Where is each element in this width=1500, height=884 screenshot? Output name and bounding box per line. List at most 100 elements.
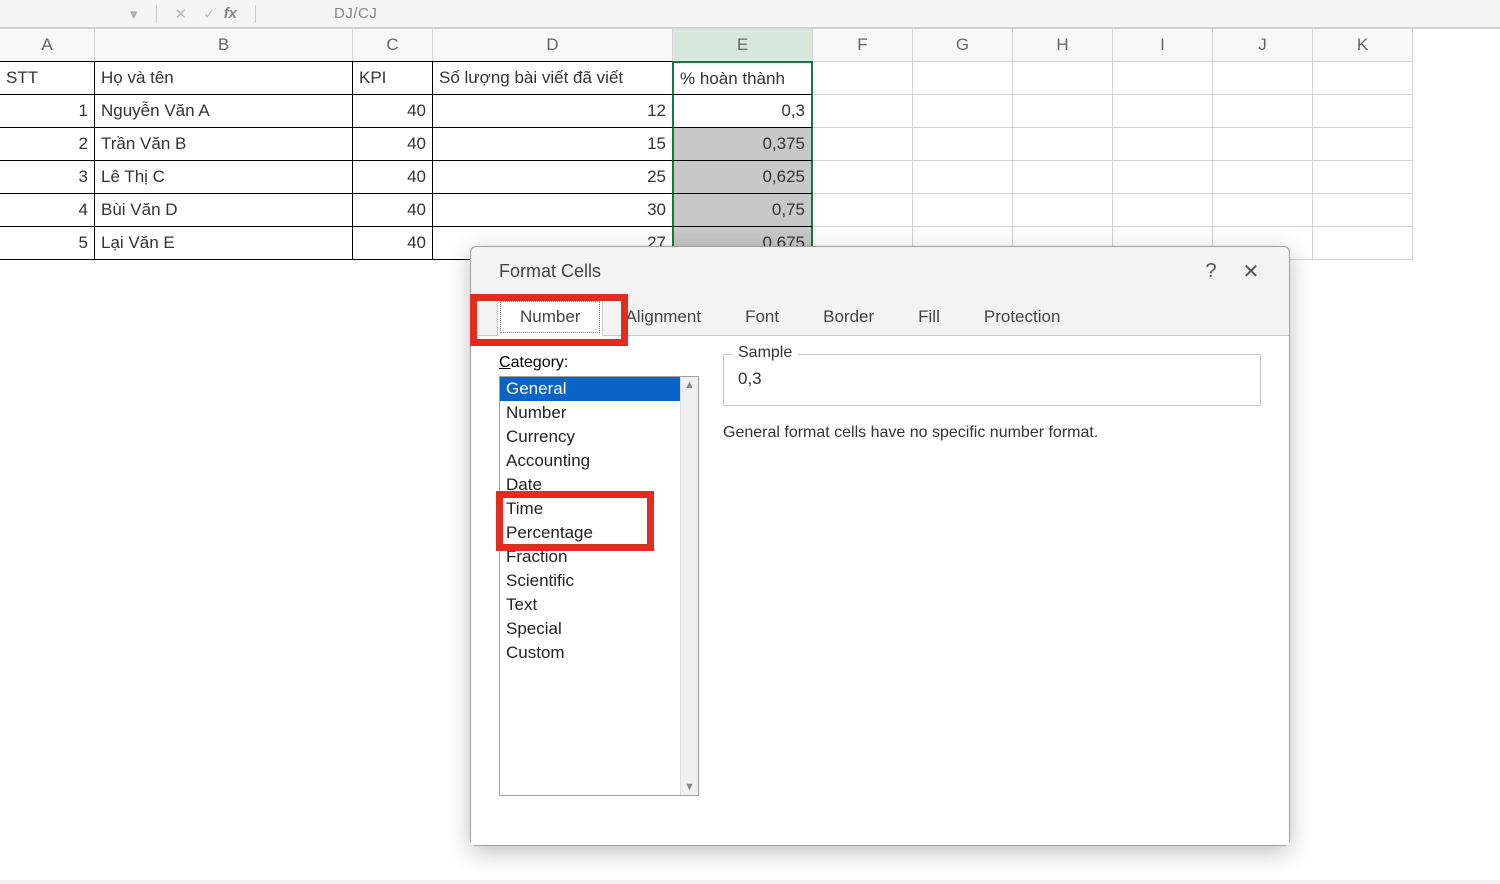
cell[interactable] — [913, 194, 1013, 227]
cell[interactable] — [813, 95, 913, 128]
dropdown-icon[interactable]: ▾ — [130, 5, 138, 23]
list-item[interactable]: Custom — [500, 641, 698, 665]
cell[interactable] — [1113, 194, 1213, 227]
cell[interactable] — [813, 161, 913, 194]
col-header-C[interactable]: C — [353, 29, 433, 62]
close-button[interactable]: ✕ — [1231, 259, 1271, 284]
col-header-G[interactable]: G — [913, 29, 1013, 62]
tab-number[interactable]: Number — [497, 298, 603, 336]
cell[interactable]: 0,625 — [672, 160, 813, 194]
cell[interactable]: 2 — [0, 127, 95, 161]
cell[interactable]: 40 — [352, 160, 433, 194]
cell[interactable]: 15 — [432, 127, 673, 161]
cell[interactable]: 40 — [352, 94, 433, 128]
list-item[interactable]: Special — [500, 617, 698, 641]
list-item[interactable]: Accounting — [500, 449, 698, 473]
col-header-E[interactable]: E — [673, 29, 813, 62]
cell[interactable] — [1013, 128, 1113, 161]
list-item[interactable]: Currency — [500, 425, 698, 449]
cell[interactable] — [913, 128, 1013, 161]
col-header-D[interactable]: D — [433, 29, 673, 62]
cell[interactable] — [1113, 95, 1213, 128]
list-item[interactable]: Scientific — [500, 569, 698, 593]
cell[interactable]: Nguyễn Văn A — [94, 94, 353, 128]
cell[interactable]: Số lượng bài viết đã viết — [432, 61, 673, 95]
col-header-K[interactable]: K — [1313, 29, 1413, 62]
cell[interactable]: Trần Văn B — [94, 127, 353, 161]
cancel-icon[interactable]: ✕ — [175, 5, 188, 23]
tab-font[interactable]: Font — [723, 299, 801, 335]
fx-icon[interactable]: fx — [224, 5, 237, 22]
cell[interactable]: Họ và tên — [94, 61, 353, 95]
list-item[interactable]: Fraction — [500, 545, 698, 569]
cell[interactable]: 5 — [0, 226, 95, 260]
cell[interactable]: Lại Văn E — [94, 226, 353, 260]
cell[interactable] — [1113, 161, 1213, 194]
help-button[interactable]: ? — [1191, 260, 1231, 283]
list-item[interactable]: Text — [500, 593, 698, 617]
cell[interactable]: 40 — [352, 226, 433, 260]
cell[interactable] — [1213, 62, 1313, 95]
cell[interactable] — [1013, 95, 1113, 128]
cell[interactable] — [813, 128, 913, 161]
cell[interactable] — [1313, 194, 1413, 227]
tab-alignment[interactable]: Alignment — [603, 299, 723, 335]
cell[interactable] — [1313, 128, 1413, 161]
list-item[interactable]: Time — [500, 497, 698, 521]
cell[interactable]: % hoàn thành — [672, 61, 813, 95]
cell[interactable] — [1113, 128, 1213, 161]
col-header-H[interactable]: H — [1013, 29, 1113, 62]
cell[interactable] — [913, 161, 1013, 194]
cell[interactable] — [1313, 62, 1413, 95]
cell[interactable] — [1313, 227, 1413, 260]
cell[interactable] — [1013, 62, 1113, 95]
cell[interactable]: 0,375 — [672, 127, 813, 161]
col-header-B[interactable]: B — [95, 29, 353, 62]
cell[interactable] — [813, 194, 913, 227]
list-item[interactable]: General — [500, 377, 698, 401]
scroll-down-icon[interactable]: ▼ — [684, 781, 695, 793]
cell[interactable]: 0,3 — [672, 94, 813, 128]
cell[interactable] — [913, 95, 1013, 128]
list-item[interactable]: Number — [500, 401, 698, 425]
cell[interactable] — [1213, 161, 1313, 194]
cell[interactable] — [1213, 194, 1313, 227]
cell[interactable] — [1213, 95, 1313, 128]
cell[interactable]: STT — [0, 61, 95, 95]
cell[interactable]: 3 — [0, 160, 95, 194]
cell[interactable]: 40 — [352, 127, 433, 161]
cell[interactable]: 4 — [0, 193, 95, 227]
scrollbar[interactable]: ▲ ▼ — [680, 377, 698, 795]
list-item[interactable]: Date — [500, 473, 698, 497]
cell[interactable]: 1 — [0, 94, 95, 128]
cell[interactable]: 25 — [432, 160, 673, 194]
cell[interactable] — [913, 62, 1013, 95]
spreadsheet-grid[interactable]: A B C D E F G H I J K STT Họ và tên KPI … — [0, 28, 1500, 260]
cell[interactable] — [1013, 161, 1113, 194]
cell[interactable] — [1113, 62, 1213, 95]
check-icon[interactable]: ✓ — [203, 5, 216, 23]
cell[interactable] — [1313, 161, 1413, 194]
list-item[interactable]: Percentage — [500, 521, 698, 545]
tab-protection[interactable]: Protection — [962, 299, 1083, 335]
tab-fill[interactable]: Fill — [896, 299, 962, 335]
cell[interactable] — [1013, 194, 1113, 227]
col-header-F[interactable]: F — [813, 29, 913, 62]
scroll-up-icon[interactable]: ▲ — [684, 379, 695, 391]
cell[interactable]: 30 — [432, 193, 673, 227]
cell[interactable] — [813, 62, 913, 95]
cell[interactable] — [1213, 128, 1313, 161]
cell[interactable]: 0,75 — [672, 193, 813, 227]
cell[interactable]: 40 — [352, 193, 433, 227]
formula-text[interactable]: DJ/CJ — [334, 5, 377, 22]
col-header-J[interactable]: J — [1213, 29, 1313, 62]
tab-border[interactable]: Border — [801, 299, 896, 335]
cell[interactable]: Lê Thị C — [94, 160, 353, 194]
category-listbox[interactable]: General Number Currency Accounting Date … — [499, 376, 699, 796]
cell[interactable]: 12 — [432, 94, 673, 128]
cell[interactable]: Bùi Văn D — [94, 193, 353, 227]
col-header-I[interactable]: I — [1113, 29, 1213, 62]
cell[interactable] — [1313, 95, 1413, 128]
cell[interactable]: KPI — [352, 61, 433, 95]
col-header-A[interactable]: A — [0, 29, 95, 62]
